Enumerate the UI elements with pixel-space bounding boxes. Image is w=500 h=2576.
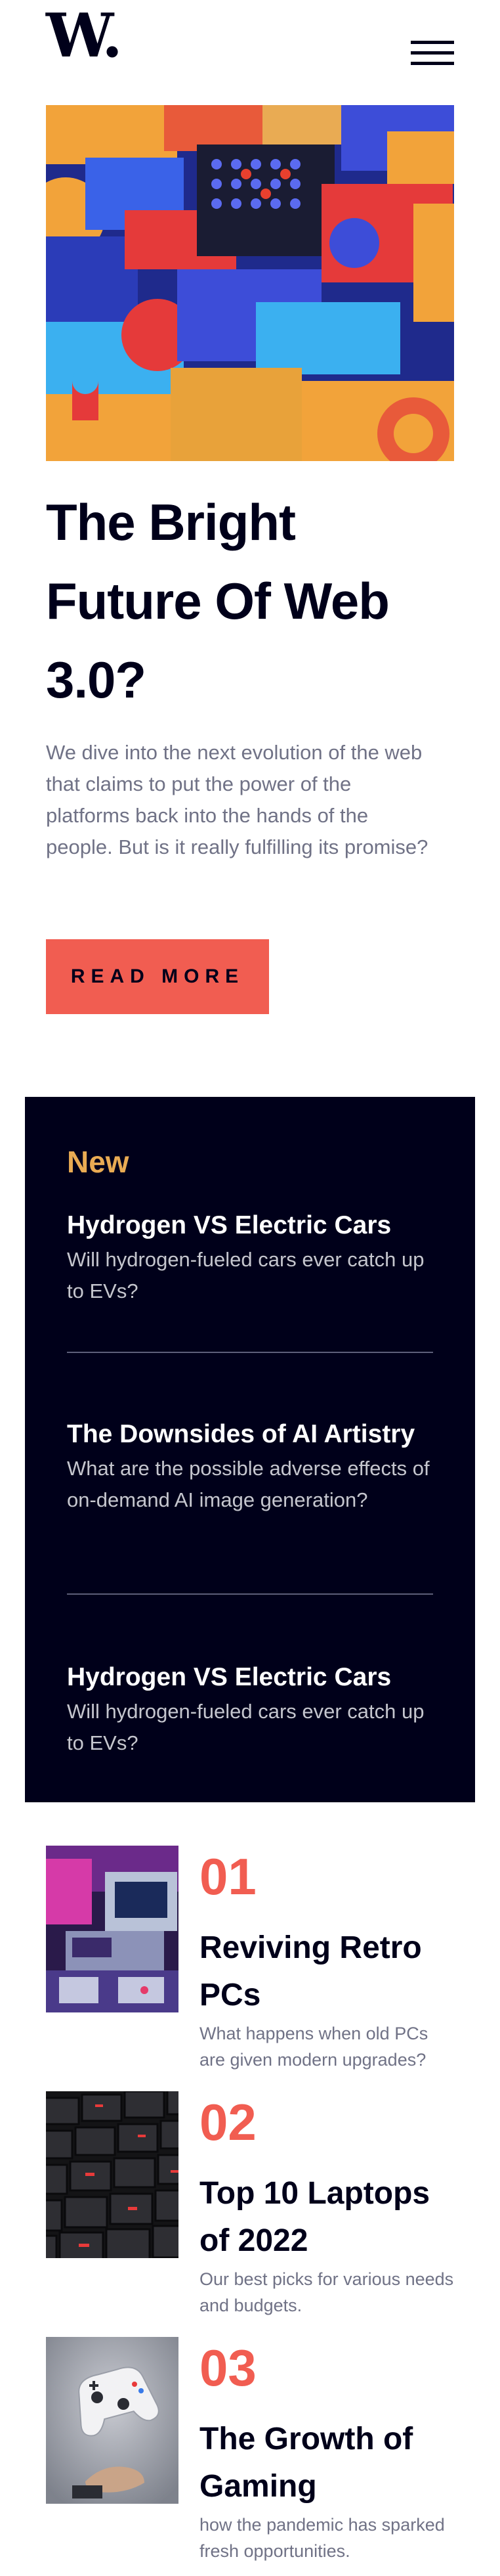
divider [67, 1352, 433, 1353]
article-number: 01 [199, 1848, 257, 1905]
new-item[interactable]: The Downsides of AI Artistry What are th… [67, 1416, 434, 1516]
new-item-title[interactable]: Hydrogen VS Electric Cars [67, 1207, 434, 1244]
article-item[interactable]: 03 The Growth of Gaming how the pandemic… [46, 2337, 455, 2561]
article-title[interactable]: Reviving Retro PCs [199, 1924, 455, 2019]
article-item[interactable]: 01 Reviving Retro PCs What happens when … [46, 1846, 455, 2070]
hamburger-menu-icon[interactable] [411, 41, 454, 66]
new-heading: New [67, 1145, 129, 1179]
article-title[interactable]: The Growth of Gaming [199, 2416, 455, 2510]
hero-description: We dive into the next evolution of the w… [46, 741, 428, 858]
article-title[interactable]: Top 10 Laptops of 2022 [199, 2170, 455, 2265]
article-number: 02 [199, 2093, 257, 2151]
retro-pc-image [46, 1846, 178, 2012]
new-item[interactable]: Hydrogen VS Electric Cars Will hydrogen-… [67, 1659, 434, 1759]
new-item-title[interactable]: The Downsides of AI Artistry [67, 1416, 434, 1453]
new-item-title[interactable]: Hydrogen VS Electric Cars [67, 1659, 434, 1696]
hero-image [46, 105, 454, 461]
new-item[interactable]: Hydrogen VS Electric Cars Will hydrogen-… [67, 1207, 434, 1307]
article-number: 03 [199, 2339, 257, 2397]
logo[interactable]: W. [46, 5, 123, 66]
new-item-description: What are the possible adverse effects of… [67, 1457, 430, 1511]
article-description: Our best picks for various needs and bud… [199, 2269, 454, 2315]
new-articles-panel: New Hydrogen VS Electric Cars Will hydro… [25, 1097, 475, 1802]
divider [67, 1593, 433, 1595]
article-item[interactable]: 02 Top 10 Laptops of 2022 Our best picks… [46, 2091, 455, 2315]
new-item-description: Will hydrogen-fueled cars ever catch up … [67, 1700, 425, 1754]
new-item-description: Will hydrogen-fueled cars ever catch up … [67, 1248, 425, 1302]
laptop-keyboard-image [46, 2091, 178, 2258]
hero-title: The Bright Future Of Web 3.0? [46, 493, 390, 709]
read-more-button[interactable]: READ MORE [46, 939, 269, 1014]
article-description: how the pandemic has sparked fresh oppor… [199, 2515, 445, 2561]
game-controller-image [46, 2337, 178, 2504]
site-header: W. [0, 0, 500, 105]
article-description: What happens when old PCs are given mode… [199, 2024, 428, 2070]
